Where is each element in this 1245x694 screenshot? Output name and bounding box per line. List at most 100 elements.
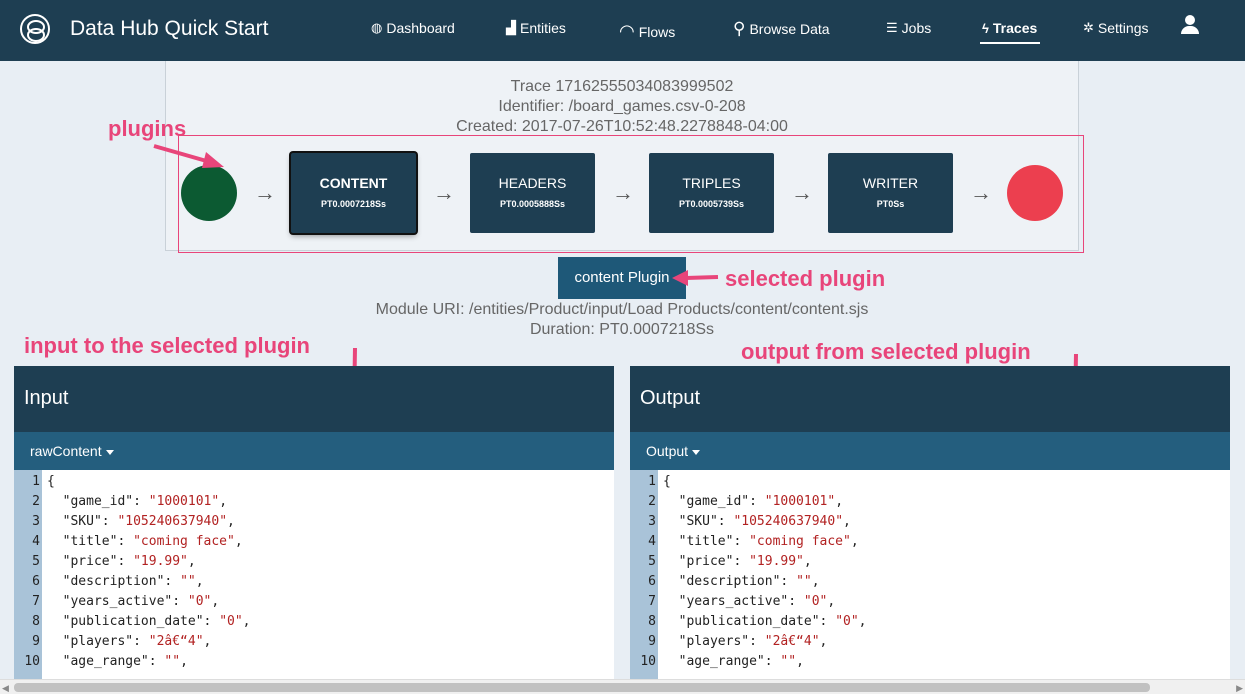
plugin-name: WRITER (862, 175, 919, 191)
code-line: 1{ (14, 474, 614, 494)
json-value: "0" (219, 614, 243, 629)
json-value: "2â€“4" (764, 634, 820, 649)
code-text: "game_id": "1000101", (663, 494, 843, 509)
nav-traces[interactable]: ϟ Traces (982, 20, 1037, 36)
input-dropdown[interactable]: rawContent (14, 432, 614, 470)
plugin-headers[interactable]: HEADERS PT0.0005888Ss (470, 153, 595, 233)
annotation-arrow-icon (153, 144, 224, 168)
nav-label: Entities (520, 20, 566, 36)
plugin-name: HEADERS (498, 175, 567, 191)
json-key: "years_active": (663, 594, 804, 609)
json-key: "years_active": (47, 594, 188, 609)
plugin-name: CONTENT (319, 175, 388, 191)
code-line: 8 "publication_date": "0", (14, 614, 614, 634)
json-key: "description": (47, 574, 181, 589)
code-line: 4 "title": "coming face", (630, 534, 1230, 554)
code-text: "title": "coming face", (47, 534, 243, 549)
nav-entities[interactable]: ▟ Entities (506, 20, 566, 36)
json-punct: , (219, 494, 228, 509)
caret-down-icon (692, 449, 701, 455)
json-value: "" (780, 654, 797, 669)
nav-browse-data[interactable]: ⚲ Browse Data (733, 19, 830, 39)
annotation-input: input to the selected plugin (24, 333, 310, 358)
code-text: { (663, 474, 671, 489)
output-dropdown[interactable]: Output (630, 432, 1230, 470)
scroll-left-icon[interactable]: ◀ (2, 683, 9, 694)
json-value: "0" (835, 614, 859, 629)
input-code-editor[interactable]: 1{2 "game_id": "1000101", 3 "SKU": "10524… (14, 470, 614, 694)
line-number: 10 (24, 654, 40, 669)
json-key: "players": (47, 634, 149, 649)
annotation-plugins: plugins (108, 116, 187, 141)
code-text: "price": "19.99", (663, 554, 812, 569)
flow-end-circle (1007, 165, 1063, 221)
line-number: 6 (32, 574, 40, 589)
annotation-arrow-icon (672, 270, 719, 286)
code-line: 9 "players": "2â€“4", (14, 634, 614, 654)
nav-jobs[interactable]: ☰ Jobs (886, 20, 931, 36)
json-punct: , (195, 574, 204, 589)
code-text: "players": "2â€“4", (663, 634, 828, 649)
code-text: "description": "", (47, 574, 204, 589)
json-key: "description": (663, 574, 797, 589)
code-line: 6 "description": "", (14, 574, 614, 594)
nav-label: Flows (638, 23, 676, 40)
json-key: "age_range": (47, 654, 165, 669)
json-punct: , (858, 614, 867, 629)
code-line: 1{ (630, 474, 1230, 494)
plugin-duration: PT0.0005888Ss (499, 199, 566, 209)
caret-down-icon (105, 449, 114, 455)
scroll-right-icon[interactable]: ▶ (1236, 683, 1243, 694)
horizontal-scrollbar[interactable]: ◀ ▶ (0, 679, 1245, 694)
plugin-triples[interactable]: TRIPLES PT0.0005739Ss (649, 153, 774, 233)
line-number: 3 (648, 514, 656, 529)
flow-arrow-icon: → (970, 180, 992, 205)
nav-flows[interactable]: ◠ Flows (619, 21, 675, 42)
json-key: "price": (47, 554, 134, 569)
code-line: 7 "years_active": "0", (14, 594, 614, 614)
gear-icon: ✲ (1083, 20, 1094, 35)
nav-label: Dashboard (386, 20, 455, 36)
code-text: "SKU": "105240637940", (47, 514, 235, 529)
user-icon[interactable] (1180, 15, 1200, 37)
app-title[interactable]: Data Hub Quick Start (70, 17, 268, 41)
selected-plugin-button[interactable]: content Plugin (558, 257, 686, 299)
line-number: 8 (648, 614, 656, 629)
nav-settings[interactable]: ✲ Settings (1083, 20, 1149, 36)
dashboard-icon: ◍ (371, 20, 383, 35)
output-panel: Output Output 1{2 "game_id": "1000101", 3… (630, 366, 1230, 694)
output-panel-title: Output (630, 366, 1230, 432)
line-number: 1 (32, 474, 40, 489)
code-line: 5 "price": "19.99", (630, 554, 1230, 574)
code-line: 2 "game_id": "1000101", (14, 494, 614, 514)
code-text: { (47, 474, 55, 489)
plugin-writer[interactable]: WRITER PT0Ss (828, 153, 953, 233)
json-key: "publication_date": (47, 614, 220, 629)
line-number: 2 (32, 494, 40, 509)
app-logo-icon[interactable] (20, 14, 50, 44)
plugin-content[interactable]: CONTENT PT0.0007218Ss (291, 153, 416, 233)
scrollbar-thumb[interactable] (14, 683, 1150, 692)
code-line: 7 "years_active": "0", (630, 594, 1230, 614)
code-line: 6 "description": "", (630, 574, 1230, 594)
json-value: "0" (803, 594, 828, 609)
plugin-duration: PT0Ss (876, 199, 905, 209)
line-number: 7 (32, 594, 40, 609)
bolt-icon: ϟ (982, 20, 989, 36)
json-value: "105240637940" (117, 514, 228, 529)
json-punct: , (187, 554, 196, 569)
json-value: "" (180, 574, 196, 589)
nav-dashboard[interactable]: ◍ Dashboard (371, 20, 455, 36)
json-key: "title": (47, 534, 134, 549)
json-value: "2â€“4" (148, 634, 204, 649)
json-key: { (663, 474, 671, 489)
code-text: "publication_date": "0", (47, 614, 251, 629)
json-punct: , (811, 574, 820, 589)
output-code-editor[interactable]: 1{2 "game_id": "1000101", 3 "SKU": "10524… (630, 470, 1230, 694)
input-panel-title: Input (14, 366, 614, 432)
code-text: "SKU": "105240637940", (663, 514, 851, 529)
code-line: 9 "players": "2â€“4", (630, 634, 1230, 654)
json-key: "age_range": (663, 654, 781, 669)
json-value: "" (796, 574, 812, 589)
line-number: 2 (648, 494, 656, 509)
